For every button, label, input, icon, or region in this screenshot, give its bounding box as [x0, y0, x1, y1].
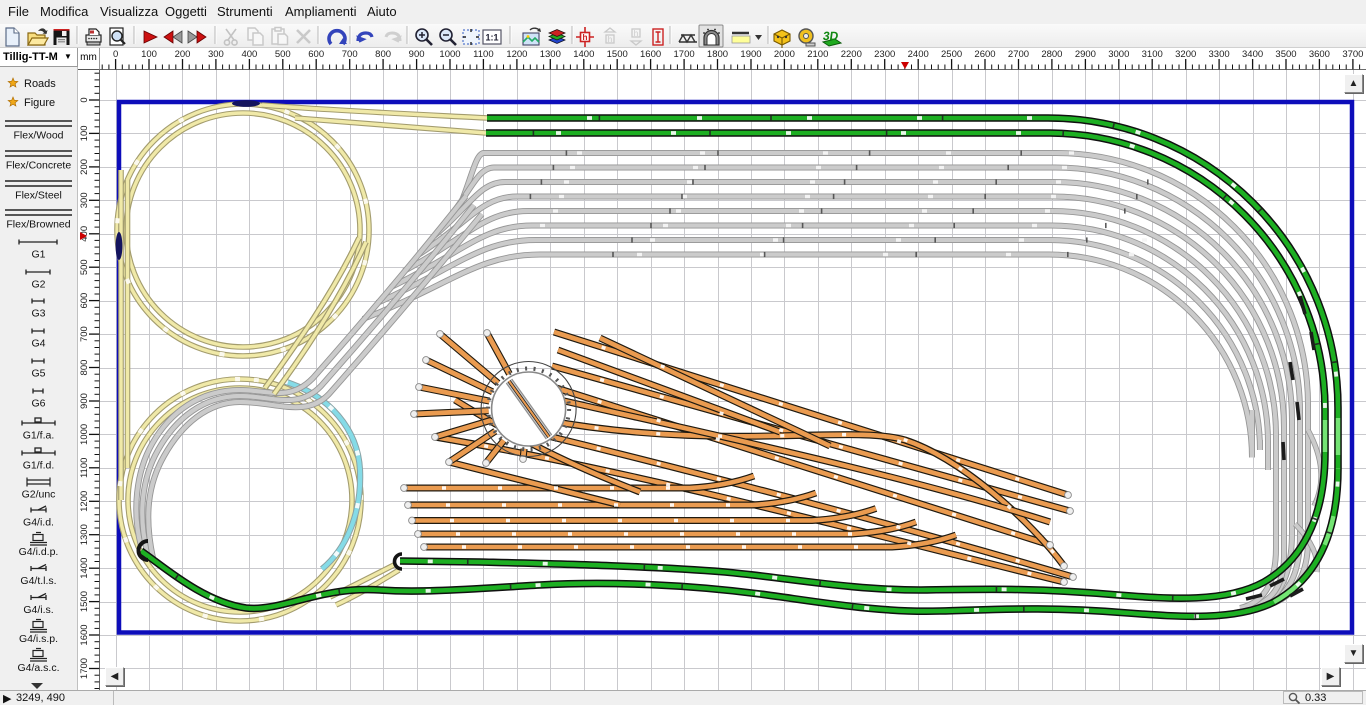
svg-text:Figure: Figure — [24, 97, 55, 109]
svg-text:0: 0 — [79, 97, 90, 102]
svg-text:1400: 1400 — [573, 49, 594, 60]
svg-text:1900: 1900 — [740, 49, 761, 60]
svg-text:2800: 2800 — [1041, 49, 1062, 60]
svg-text:G1/f.a.: G1/f.a. — [23, 430, 55, 442]
svg-text:100: 100 — [79, 125, 90, 141]
svg-text:700: 700 — [342, 49, 358, 60]
svg-text:1500: 1500 — [607, 49, 628, 60]
svg-text:900: 900 — [409, 49, 425, 60]
svg-text:G4/t.l.s.: G4/t.l.s. — [20, 575, 56, 587]
svg-text:3700: 3700 — [1342, 49, 1363, 60]
svg-text:G5: G5 — [31, 368, 45, 380]
svg-text:2200: 2200 — [841, 49, 862, 60]
svg-text:1300: 1300 — [79, 524, 90, 545]
svg-text:1200: 1200 — [79, 491, 90, 512]
svg-text:G4/i.s.: G4/i.s. — [23, 604, 53, 616]
svg-text:2600: 2600 — [974, 49, 995, 60]
svg-text:0: 0 — [113, 49, 118, 60]
svg-text:2300: 2300 — [874, 49, 895, 60]
svg-text:h: h — [634, 29, 638, 38]
svg-text:G1: G1 — [31, 249, 45, 261]
svg-text:3D: 3D — [822, 29, 840, 43]
svg-text:G2: G2 — [31, 279, 45, 291]
svg-text:1600: 1600 — [640, 49, 661, 60]
svg-text:Flex/Steel: Flex/Steel — [15, 190, 62, 202]
svg-text:Roads: Roads — [24, 78, 56, 90]
svg-text:200: 200 — [79, 159, 90, 175]
svg-text:500: 500 — [275, 49, 291, 60]
svg-text:1600: 1600 — [79, 624, 90, 645]
svg-text:1000: 1000 — [439, 49, 460, 60]
svg-text:700: 700 — [79, 326, 90, 342]
svg-text:G3: G3 — [31, 308, 45, 320]
svg-text:1400: 1400 — [79, 558, 90, 579]
svg-text:G6: G6 — [31, 398, 45, 410]
svg-text:1100: 1100 — [79, 458, 90, 478]
svg-text:3000: 3000 — [1108, 49, 1129, 60]
svg-text:h: h — [608, 35, 612, 44]
svg-text:G4/i.d.: G4/i.d. — [23, 517, 54, 529]
svg-text:600: 600 — [79, 293, 90, 309]
svg-text:G1/f.d.: G1/f.d. — [23, 460, 55, 472]
svg-text:G2/unc: G2/unc — [22, 489, 56, 501]
svg-text:2400: 2400 — [908, 49, 929, 60]
svg-text:G4/i.s.p.: G4/i.s.p. — [19, 633, 58, 645]
svg-text:1300: 1300 — [540, 49, 561, 60]
svg-text:800: 800 — [375, 49, 391, 60]
svg-text:300: 300 — [208, 49, 224, 60]
svg-text:Flex/Concrete: Flex/Concrete — [6, 160, 72, 172]
svg-text:3400: 3400 — [1242, 49, 1263, 60]
svg-text:800: 800 — [79, 360, 90, 376]
svg-text:1200: 1200 — [506, 49, 527, 60]
svg-text:3200: 3200 — [1175, 49, 1196, 60]
svg-text:Flex/Wood: Flex/Wood — [14, 130, 64, 142]
svg-text:900: 900 — [79, 393, 90, 409]
svg-text:Flex/Browned: Flex/Browned — [6, 219, 70, 231]
svg-text:2100: 2100 — [807, 49, 828, 60]
svg-text:1700: 1700 — [79, 658, 90, 679]
svg-text:2900: 2900 — [1075, 49, 1096, 60]
svg-text:200: 200 — [175, 49, 191, 60]
svg-text:2000: 2000 — [774, 49, 795, 60]
svg-text:1:1: 1:1 — [485, 33, 498, 43]
svg-text:600: 600 — [308, 49, 324, 60]
svg-text:3500: 3500 — [1275, 49, 1296, 60]
svg-text:2700: 2700 — [1008, 49, 1029, 60]
svg-text:500: 500 — [79, 259, 90, 275]
svg-text:1500: 1500 — [79, 591, 90, 612]
svg-text:3600: 3600 — [1309, 49, 1330, 60]
svg-text:3100: 3100 — [1142, 49, 1163, 60]
svg-text:1800: 1800 — [707, 49, 728, 60]
svg-text:h: h — [582, 32, 587, 42]
svg-text:3300: 3300 — [1209, 49, 1230, 60]
svg-text:G4: G4 — [31, 338, 45, 350]
svg-text:400: 400 — [241, 49, 257, 60]
svg-text:1700: 1700 — [674, 49, 695, 60]
svg-text:G4/i.d.p.: G4/i.d.p. — [19, 546, 59, 558]
svg-text:300: 300 — [79, 192, 90, 208]
svg-text:1100: 1100 — [473, 49, 493, 60]
svg-text:G4/a.s.c.: G4/a.s.c. — [17, 662, 59, 674]
svg-text:2500: 2500 — [941, 49, 962, 60]
svg-text:1000: 1000 — [79, 424, 90, 445]
svg-text:100: 100 — [141, 49, 157, 60]
